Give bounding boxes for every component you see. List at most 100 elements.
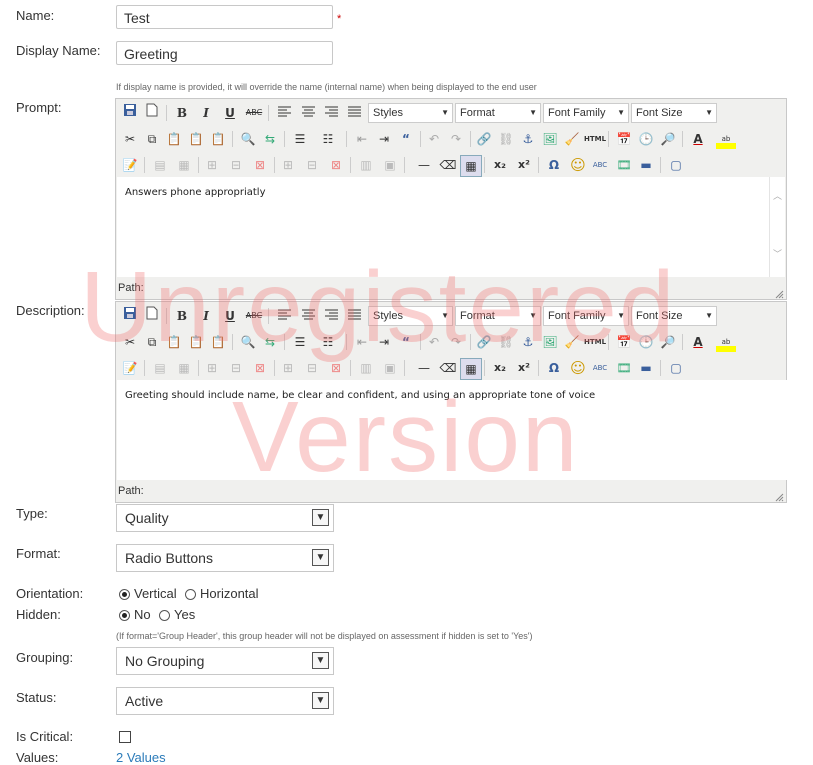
copy-icon[interactable]: ⧉ (142, 332, 162, 352)
scroll-down-icon[interactable]: ﹀ (772, 247, 783, 260)
new-document-icon[interactable] (142, 103, 162, 123)
orientation-vertical-radio[interactable] (119, 589, 130, 600)
table-cell-icon[interactable]: ▦ (174, 155, 194, 175)
font-family-dropdown[interactable]: Font Family ▼ (543, 306, 629, 326)
split-cells-icon[interactable]: ▥ (356, 358, 376, 378)
table-row-icon[interactable]: ▤ (150, 155, 170, 175)
cut-icon[interactable]: ✂ (120, 129, 140, 149)
horizontal-rule-icon[interactable]: — (414, 155, 434, 175)
spellcheck-icon[interactable]: ABC (590, 358, 610, 378)
insert-col-before-icon[interactable]: ⊞ (278, 155, 298, 175)
resize-grip-icon[interactable] (774, 490, 784, 502)
type-select[interactable]: Quality ▼ (116, 504, 334, 532)
format-dropdown[interactable]: Format ▼ (455, 103, 541, 123)
outdent-icon[interactable]: ⇤ (352, 332, 372, 352)
superscript-icon[interactable]: x² (514, 155, 534, 175)
media-icon[interactable]: 🎞 (614, 155, 634, 175)
display-name-input[interactable]: Greeting (116, 41, 333, 65)
highlight-color-icon[interactable]: ab (716, 129, 736, 149)
resize-grip-icon[interactable] (774, 287, 784, 299)
save-icon[interactable] (120, 306, 140, 326)
align-right-icon[interactable] (321, 103, 341, 123)
emoticons-icon[interactable]: ☺ (568, 155, 588, 175)
edit-css-icon[interactable]: 📝 (120, 155, 140, 175)
insert-row-before-icon[interactable]: ⊞ (202, 358, 222, 378)
font-family-dropdown[interactable]: Font Family ▼ (543, 103, 629, 123)
insert-time-icon[interactable]: 🕒 (636, 129, 656, 149)
find-icon[interactable]: 🔍 (238, 129, 258, 149)
hidden-yes-radio[interactable] (159, 610, 170, 621)
delete-col-icon[interactable]: ⊠ (326, 155, 346, 175)
underline-icon[interactable]: U (220, 306, 240, 326)
chevron-down-icon[interactable]: ▼ (312, 692, 329, 709)
format-dropdown[interactable]: Format ▼ (455, 306, 541, 326)
italic-icon[interactable]: I (196, 103, 216, 123)
insert-date-icon[interactable]: 📅 (614, 332, 634, 352)
fullscreen-icon[interactable]: ▢ (666, 358, 686, 378)
numbered-list-icon[interactable]: ☷ (318, 332, 338, 352)
paste-word-icon[interactable]: 📋 (208, 332, 228, 352)
numbered-list-icon[interactable]: ☷ (318, 129, 338, 149)
remove-format-icon[interactable]: ⌫ (438, 358, 458, 378)
styles-dropdown[interactable]: Styles ▼ (368, 306, 453, 326)
table-row-icon[interactable]: ▤ (150, 358, 170, 378)
hidden-no-radio[interactable] (119, 610, 130, 621)
redo-icon[interactable]: ↷ (446, 332, 466, 352)
name-input[interactable]: Test (116, 5, 333, 29)
grouping-select[interactable]: No Grouping ▼ (116, 647, 334, 675)
align-left-icon[interactable] (274, 103, 294, 123)
styles-dropdown[interactable]: Styles ▼ (368, 103, 453, 123)
save-icon[interactable] (120, 103, 140, 123)
visual-aid-icon[interactable]: ▦ (460, 155, 482, 177)
insert-date-icon[interactable]: 📅 (614, 129, 634, 149)
insert-col-after-icon[interactable]: ⊟ (302, 155, 322, 175)
html-icon[interactable]: HTML (584, 332, 606, 352)
delete-col-icon[interactable]: ⊠ (326, 358, 346, 378)
chevron-down-icon[interactable]: ▼ (312, 652, 329, 669)
cleanup-icon[interactable]: 🧹 (562, 332, 582, 352)
insert-col-before-icon[interactable]: ⊞ (278, 358, 298, 378)
link-icon[interactable]: 🔗 (474, 332, 494, 352)
indent-icon[interactable]: ⇥ (374, 332, 394, 352)
highlight-color-icon[interactable]: ab (716, 332, 736, 352)
emoticons-icon[interactable]: ☺ (568, 358, 588, 378)
insert-layer-icon[interactable]: ▬ (636, 358, 656, 378)
unlink-icon[interactable]: ⛓ (496, 332, 516, 352)
underline-icon[interactable]: U (220, 103, 240, 123)
media-icon[interactable]: 🎞 (614, 358, 634, 378)
paste-text-icon[interactable]: 📋 (186, 332, 206, 352)
align-justify-icon[interactable] (344, 306, 364, 326)
align-right-icon[interactable] (321, 306, 341, 326)
chevron-down-icon[interactable]: ▼ (312, 509, 329, 526)
paste-icon[interactable]: 📋 (164, 332, 184, 352)
cleanup-icon[interactable]: 🧹 (562, 129, 582, 149)
is-critical-checkbox[interactable] (119, 731, 131, 743)
copy-icon[interactable]: ⧉ (142, 129, 162, 149)
outdent-icon[interactable]: ⇤ (352, 129, 372, 149)
paste-icon[interactable]: 📋 (164, 129, 184, 149)
delete-row-icon[interactable]: ⊠ (250, 155, 270, 175)
insert-time-icon[interactable]: 🕒 (636, 332, 656, 352)
fullscreen-icon[interactable]: ▢ (666, 155, 686, 175)
bullet-list-icon[interactable]: ☰ (290, 129, 310, 149)
cut-icon[interactable]: ✂ (120, 332, 140, 352)
horizontal-rule-icon[interactable]: — (414, 358, 434, 378)
font-size-dropdown[interactable]: Font Size ▼ (631, 103, 717, 123)
remove-format-icon[interactable]: ⌫ (438, 155, 458, 175)
insert-col-after-icon[interactable]: ⊟ (302, 358, 322, 378)
merge-cells-icon[interactable]: ▣ (380, 155, 400, 175)
status-select[interactable]: Active ▼ (116, 687, 334, 715)
orientation-horizontal-radio[interactable] (185, 589, 196, 600)
chevron-down-icon[interactable]: ▼ (312, 549, 329, 566)
anchor-icon[interactable]: ⚓ (518, 332, 538, 352)
replace-icon[interactable]: ⇆ (260, 129, 280, 149)
visual-aid-icon[interactable]: ▦ (460, 358, 482, 380)
delete-row-icon[interactable]: ⊠ (250, 358, 270, 378)
prompt-scrollbar[interactable]: ︿ ﹀ (769, 177, 785, 277)
blockquote-icon[interactable]: “ (396, 129, 416, 149)
special-char-icon[interactable]: Ω (544, 358, 564, 378)
align-center-icon[interactable] (298, 103, 318, 123)
italic-icon[interactable]: I (196, 306, 216, 326)
insert-row-after-icon[interactable]: ⊟ (226, 155, 246, 175)
table-cell-icon[interactable]: ▦ (174, 358, 194, 378)
